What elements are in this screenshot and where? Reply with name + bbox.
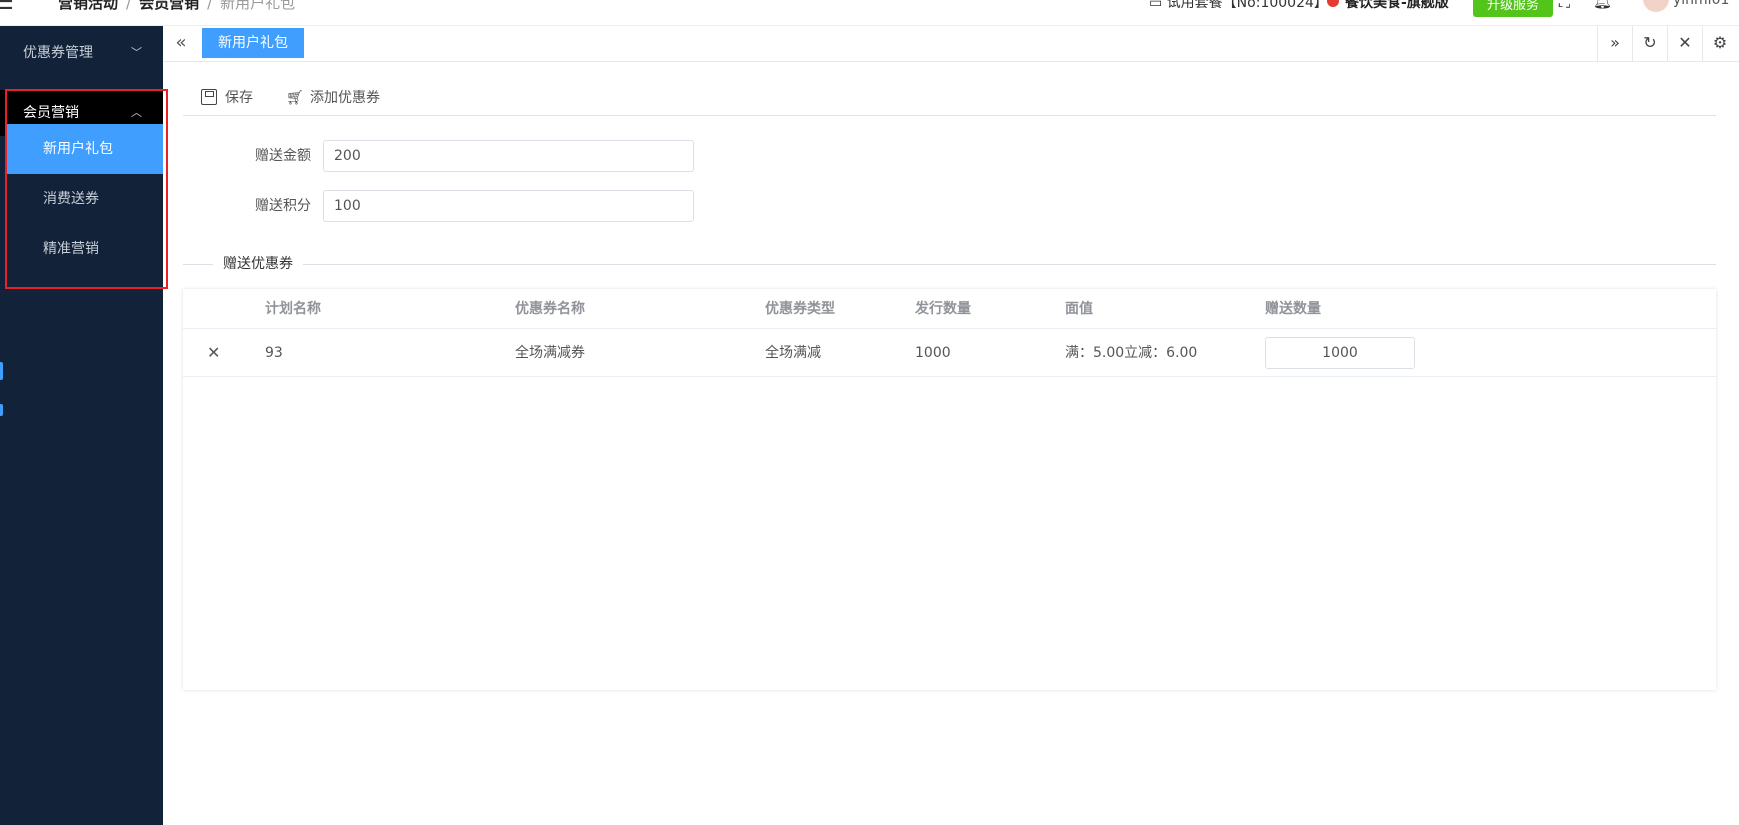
sidebar-item-coupon-management[interactable]: 优惠券管理 ﹀ (0, 26, 163, 80)
section-divider (183, 264, 1716, 265)
sidebar-item-label: 消费送券 (43, 191, 99, 207)
brand-name: 餐饮美食-旗舰版 (1327, 0, 1449, 12)
column-header[interactable]: 优惠券类型 (765, 289, 835, 329)
username[interactable]: yinmi01 (1673, 0, 1729, 8)
page: ☰ 营销活动/会员营销/新用户礼包 ▭ 试用套餐【No:100024】 餐饮美食… (0, 0, 1739, 825)
double-chevron-right-icon[interactable]: » (1597, 26, 1632, 62)
plan-info[interactable]: ▭ 试用套餐【No:100024】 (1149, 0, 1328, 12)
save-button[interactable]: 保存 (201, 86, 253, 110)
calendar-icon: ▭ (1149, 0, 1167, 11)
toolbar: 保存 🛒︎ 添加优惠券 (183, 80, 1716, 116)
sidebar-item-label: 新用户礼包 (43, 141, 113, 157)
close-icon[interactable]: ✕ (1667, 26, 1702, 62)
section-title: 赠送优惠券 (213, 254, 303, 274)
save-icon (201, 89, 217, 105)
upgrade-button[interactable]: 升级服务 (1473, 0, 1554, 17)
column-header[interactable]: 优惠券名称 (515, 289, 585, 329)
delete-row-icon[interactable]: ✕ (207, 329, 220, 377)
breadcrumb-current: 新用户礼包 (220, 0, 296, 12)
breadcrumb-item[interactable]: 营销活动 (58, 0, 118, 12)
refresh-icon[interactable]: ↻ (1632, 26, 1667, 62)
add-coupon-button[interactable]: 🛒︎ 添加优惠券 (286, 86, 380, 110)
column-header[interactable]: 发行数量 (915, 289, 971, 329)
sidebar-item-label: 精准营销 (43, 241, 99, 257)
table-row: ✕ 93 全场满减券 全场满减 1000 满：5.00立减：6.00 (183, 329, 1716, 377)
sidebar-subitem-spend-coupon[interactable]: 消费送券 (7, 174, 163, 224)
top-header: ☰ 营销活动/会员营销/新用户礼包 ▭ 试用套餐【No:100024】 餐饮美食… (0, 0, 1739, 26)
breadcrumb-item[interactable]: 会员营销 (139, 0, 199, 12)
form-row-amount: 赠送金额 (183, 140, 783, 172)
amount-label: 赠送金额 (255, 148, 311, 164)
amount-input[interactable] (323, 140, 694, 172)
avatar[interactable] (1643, 0, 1669, 12)
main-content: 保存 🛒︎添加优惠券 赠送金额 赠送积分 赠送优惠券 计划名称 优惠券名称 优惠… (183, 62, 1716, 825)
form-row-points: 赠送积分 (183, 190, 783, 222)
cell-issue-qty: 1000 (915, 345, 951, 361)
tab-new-user-gift[interactable]: 新用户礼包 (202, 28, 304, 58)
table-header: 计划名称 优惠券名称 优惠券类型 发行数量 面值 赠送数量 (183, 289, 1716, 329)
column-header[interactable]: 赠送数量 (1265, 289, 1321, 329)
column-header[interactable]: 计划名称 (265, 289, 321, 329)
bell-icon[interactable]: 🔔︎ (1593, 0, 1612, 10)
cart-icon: 🛒︎ (286, 90, 304, 106)
fullscreen-icon[interactable]: ⛶ (1559, 0, 1570, 12)
sidebar-subitem-new-user-gift[interactable]: 新用户礼包 (7, 124, 163, 174)
coupon-table: 计划名称 优惠券名称 优惠券类型 发行数量 面值 赠送数量 ✕ 93 全场满减券… (183, 289, 1716, 690)
drag-handle[interactable] (0, 404, 3, 416)
points-label: 赠送积分 (255, 198, 311, 214)
column-header[interactable]: 面值 (1065, 289, 1093, 329)
tabs-bar: « 新用户礼包 » ↻ ✕ ⚙ (163, 26, 1739, 62)
give-qty-input[interactable] (1265, 337, 1415, 369)
sidebar-item-label: 优惠券管理 (23, 45, 93, 61)
cell-coupon-type: 全场满减 (765, 345, 821, 361)
menu-toggle-icon[interactable]: ☰ (0, 0, 14, 15)
cell-coupon-name: 全场满减券 (515, 345, 585, 361)
sidebar: 优惠券管理 ﹀ 会员营销 ︿ 新用户礼包 消费送券 精准营销 (0, 26, 163, 825)
drag-handle[interactable] (0, 362, 3, 380)
cell-face-value: 满：5.00立减：6.00 (1065, 345, 1198, 361)
double-chevron-left-icon[interactable]: « (163, 26, 199, 62)
settings-icon[interactable]: ⚙ (1702, 26, 1737, 62)
breadcrumb: 营销活动 / 会员营销 / 新用户礼包 (58, 0, 295, 13)
chevron-down-icon: ﹀ (131, 46, 142, 59)
points-input[interactable] (323, 190, 694, 222)
brand-logo-icon (1327, 0, 1339, 7)
sidebar-subitem-precision-marketing[interactable]: 精准营销 (7, 224, 163, 274)
cell-plan-name: 93 (265, 345, 283, 361)
